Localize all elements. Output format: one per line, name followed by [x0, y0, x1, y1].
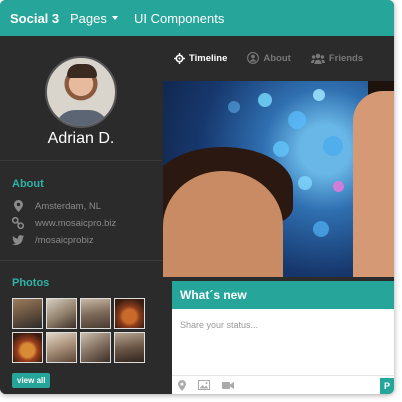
post-button[interactable]: P [380, 378, 394, 394]
photo-thumbnail[interactable] [46, 298, 77, 329]
photo-thumbnail[interactable] [12, 332, 43, 363]
avatar[interactable] [45, 56, 117, 128]
user-icon [247, 52, 260, 64]
profile-sidebar: Adrian D. About Amsterdam, NL www.mosaic… [0, 36, 162, 394]
video-icon[interactable] [222, 381, 234, 390]
app-window: Social 3 Pages UI Components Adrian D. A… [0, 0, 394, 394]
photo-thumbnail[interactable] [80, 332, 111, 363]
gear-icon [174, 52, 185, 64]
photo-grid [12, 298, 148, 363]
profile-tabs: Timeline About Friends [162, 36, 394, 80]
about-website[interactable]: www.mosaicpro.biz [12, 217, 116, 229]
map-marker-icon [12, 200, 24, 212]
caret-down-icon [111, 16, 118, 20]
photo-thumbnail[interactable] [114, 298, 145, 329]
about-location: Amsterdam, NL [12, 200, 101, 212]
link-icon [12, 217, 24, 229]
photo-thumbnail[interactable] [80, 298, 111, 329]
nav-ui-components[interactable]: UI Components [134, 11, 224, 26]
main-content: Timeline About Friends What´s new Share … [162, 36, 394, 394]
photos-section-title: Photos [12, 277, 50, 289]
divider [0, 160, 162, 161]
status-composer: What´s new Share your status... P [172, 281, 394, 394]
cover-photo [163, 81, 394, 277]
top-navbar: Social 3 Pages UI Components [0, 0, 394, 36]
brand-logo[interactable]: Social 3 [0, 11, 66, 26]
nav-pages-dropdown[interactable]: Pages [70, 11, 134, 26]
tab-about[interactable]: About [247, 52, 291, 64]
photo-thumbnail[interactable] [114, 332, 145, 363]
image-icon[interactable] [198, 380, 210, 390]
nav-pages-label: Pages [70, 10, 107, 26]
twitter-icon [12, 234, 24, 246]
tab-friends[interactable]: Friends [310, 53, 363, 64]
about-twitter[interactable]: /mosaicprobiz [12, 234, 94, 246]
photo-thumbnail[interactable] [46, 332, 77, 363]
status-input[interactable]: Share your status... [172, 309, 394, 369]
composer-toolbar [172, 375, 394, 394]
group-icon [310, 53, 325, 64]
map-marker-icon[interactable] [178, 379, 186, 391]
photo-thumbnail[interactable] [12, 298, 43, 329]
view-all-photos-button[interactable]: view all [12, 373, 51, 388]
profile-name[interactable]: Adrian D. [0, 130, 162, 148]
tab-timeline[interactable]: Timeline [174, 52, 227, 64]
composer-title: What´s new [172, 281, 394, 309]
about-section-title: About [12, 178, 44, 190]
divider [0, 260, 162, 261]
